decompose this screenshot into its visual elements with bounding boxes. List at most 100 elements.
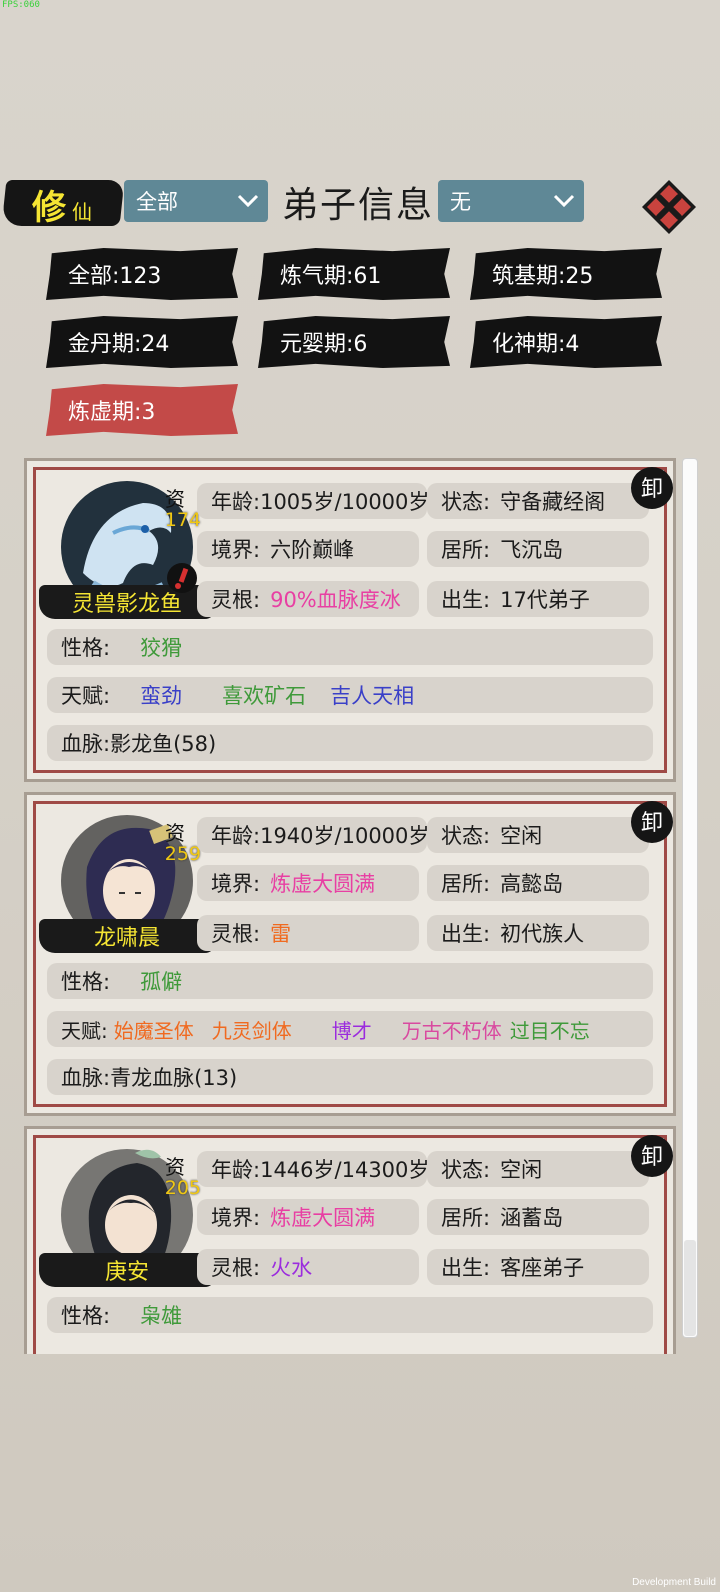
disciple-card[interactable]: 庚安 资 205 年龄: 1446岁/14300岁 状态: 空闲 境界: 炼虚大圆满 … xyxy=(24,1126,676,1354)
talent-tag: 博才 xyxy=(331,1018,372,1043)
residence-value: 涵蓄岛 xyxy=(500,1206,564,1230)
status-label: 状态: xyxy=(441,824,491,848)
personality-label: 性格: xyxy=(61,636,111,660)
personality-row: 性格: 狡猾 xyxy=(47,629,653,665)
chip-zhuji[interactable]: 筑基期:25 xyxy=(470,248,662,300)
seal-label: 卸 xyxy=(641,811,663,836)
chip-jindan[interactable]: 金丹期:24 xyxy=(46,316,238,368)
personality-row: 性格: 枭雄 xyxy=(47,1297,653,1333)
close-button[interactable] xyxy=(640,178,698,236)
root-label: 灵根: xyxy=(211,588,261,612)
root-row: 灵根: 火水 xyxy=(197,1249,419,1285)
realm-row: 境界: 六阶巅峰 xyxy=(197,531,419,567)
birth-label: 出生: xyxy=(441,922,491,946)
realm-value: 炼虚大圆满 xyxy=(270,1206,376,1230)
dismiss-seal-button[interactable]: 卸 xyxy=(629,465,675,511)
scrollbar-track[interactable] xyxy=(682,458,698,1338)
age-value: 1005岁/10000岁 xyxy=(260,490,430,514)
chip-huashen[interactable]: 化神期:4 xyxy=(470,316,662,368)
root-label: 灵根: xyxy=(211,1256,261,1280)
status-value: 守备藏经阁 xyxy=(500,490,606,514)
birth-label: 出生: xyxy=(441,1256,491,1280)
residence-label: 居所: xyxy=(441,1206,491,1230)
root-value: 雷 xyxy=(270,922,292,946)
scrollbar-thumb[interactable] xyxy=(684,1240,696,1336)
birth-row: 出生: 初代族人 xyxy=(427,915,649,951)
birth-value: 初代族人 xyxy=(500,922,585,946)
residence-label: 居所: xyxy=(441,872,491,896)
seal-label: 卸 xyxy=(641,477,663,502)
personality-value: 狡猾 xyxy=(140,636,183,660)
personality-value: 孤僻 xyxy=(140,970,183,994)
status-row: 状态: 空闲 xyxy=(427,817,649,853)
talent-tag: 喜欢矿石 xyxy=(222,684,307,708)
realm-row: 境界: 炼虚大圆满 xyxy=(197,1199,419,1235)
age-value: 1446岁/14300岁 xyxy=(260,1158,430,1182)
residence-value: 高懿岛 xyxy=(500,872,564,896)
cultivation-badge-xiu: 修 xyxy=(32,188,66,228)
fps-counter: FPS:060 xyxy=(2,0,40,10)
bloodline-label: 血脉: xyxy=(61,1066,111,1090)
age-row: 年龄: 1005岁/10000岁 xyxy=(197,483,430,519)
talent-row: 天赋: 始魔圣体 九灵剑体 博才 万古不朽体 过目不忘 xyxy=(47,1011,653,1047)
personality-row: 性格: 孤僻 xyxy=(47,963,653,999)
realm-label: 境界: xyxy=(211,1206,261,1230)
root-value: 90%血脉度冰 xyxy=(270,588,401,612)
bloodline-label: 血脉: xyxy=(61,732,111,756)
aptitude-label: 资 xyxy=(165,1155,185,1179)
talent-tag: 万古不朽体 xyxy=(401,1018,502,1043)
bloodline-value: 影龙鱼(58) xyxy=(110,732,217,756)
dismiss-seal-button[interactable]: 卸 xyxy=(629,1133,675,1179)
chip-all[interactable]: 全部:123 xyxy=(46,248,238,300)
residence-row: 居所: 高懿岛 xyxy=(427,865,649,901)
status-value: 空闲 xyxy=(500,1158,543,1182)
aptitude-value: 174 xyxy=(164,509,201,531)
residence-row: 居所: 飞沉岛 xyxy=(427,531,649,567)
aptitude-label: 资 xyxy=(165,821,185,845)
age-label: 年龄: xyxy=(211,824,261,848)
filter-dropdown-right-value: 无 xyxy=(450,190,471,214)
age-label: 年龄: xyxy=(211,1158,261,1182)
personality-value: 枭雄 xyxy=(140,1304,183,1328)
aptitude-value: 259 xyxy=(164,843,201,865)
talent-tag: 吉人天相 xyxy=(330,684,415,708)
chip-lianxu[interactable]: 炼虚期:3 xyxy=(46,384,238,436)
seal-label: 卸 xyxy=(641,1145,663,1170)
age-row: 年龄: 1446岁/14300岁 xyxy=(197,1151,430,1187)
bloodline-row: 血脉: 影龙鱼(58) xyxy=(47,725,653,761)
birth-label: 出生: xyxy=(441,588,491,612)
realm-label: 境界: xyxy=(211,872,261,896)
birth-value: 17代弟子 xyxy=(500,588,590,612)
chip-yuanying[interactable]: 元婴期:6 xyxy=(258,316,450,368)
disciple-name: 龙啸晨 xyxy=(39,919,215,953)
filter-dropdown-left[interactable]: 全部 xyxy=(124,180,268,222)
status-row: 状态: 守备藏经阁 xyxy=(427,483,649,519)
chip-lianqi[interactable]: 炼气期:61 xyxy=(258,248,450,300)
chevron-down-icon xyxy=(237,194,259,208)
realm-row: 境界: 炼虚大圆满 xyxy=(197,865,419,901)
page-title: 弟子信息 xyxy=(282,185,435,226)
realm-label: 境界: xyxy=(211,538,261,562)
residence-value: 飞沉岛 xyxy=(500,538,564,562)
personality-label: 性格: xyxy=(61,970,111,994)
disciple-card[interactable]: 龙啸晨 资 259 年龄: 1940岁/10000岁 状态: 空闲 境界: 炼虚大圆满… xyxy=(24,792,676,1116)
status-label: 状态: xyxy=(441,1158,491,1182)
talent-label: 天赋: xyxy=(61,1018,108,1043)
realm-value: 六阶巅峰 xyxy=(270,538,355,562)
root-row: 灵根: 雷 xyxy=(197,915,419,951)
talent-row: 天赋: 蛮劲 喜欢矿石 吉人天相 xyxy=(47,677,653,713)
disciple-list[interactable]: 灵兽影龙鱼 资 174 年龄: 1005岁/10000岁 状态: 守备藏经阁 境界:… xyxy=(22,458,678,1354)
personality-label: 性格: xyxy=(61,1304,111,1328)
age-row: 年龄: 1940岁/10000岁 xyxy=(197,817,429,853)
dismiss-seal-button[interactable]: 卸 xyxy=(629,799,675,845)
alert-icon xyxy=(167,563,197,593)
realm-value: 炼虚大圆满 xyxy=(270,872,376,896)
filter-dropdown-right[interactable]: 无 xyxy=(438,180,584,222)
disciple-name: 庚安 xyxy=(39,1253,215,1287)
birth-row: 出生: 17代弟子 xyxy=(427,581,649,617)
status-label: 状态: xyxy=(441,490,491,514)
talent-tag: 始魔圣体 xyxy=(113,1018,194,1043)
birth-row: 出生: 客座弟子 xyxy=(427,1249,649,1285)
cultivation-badge-xian: 仙 xyxy=(72,200,92,224)
disciple-card[interactable]: 灵兽影龙鱼 资 174 年龄: 1005岁/10000岁 状态: 守备藏经阁 境界:… xyxy=(24,458,676,782)
